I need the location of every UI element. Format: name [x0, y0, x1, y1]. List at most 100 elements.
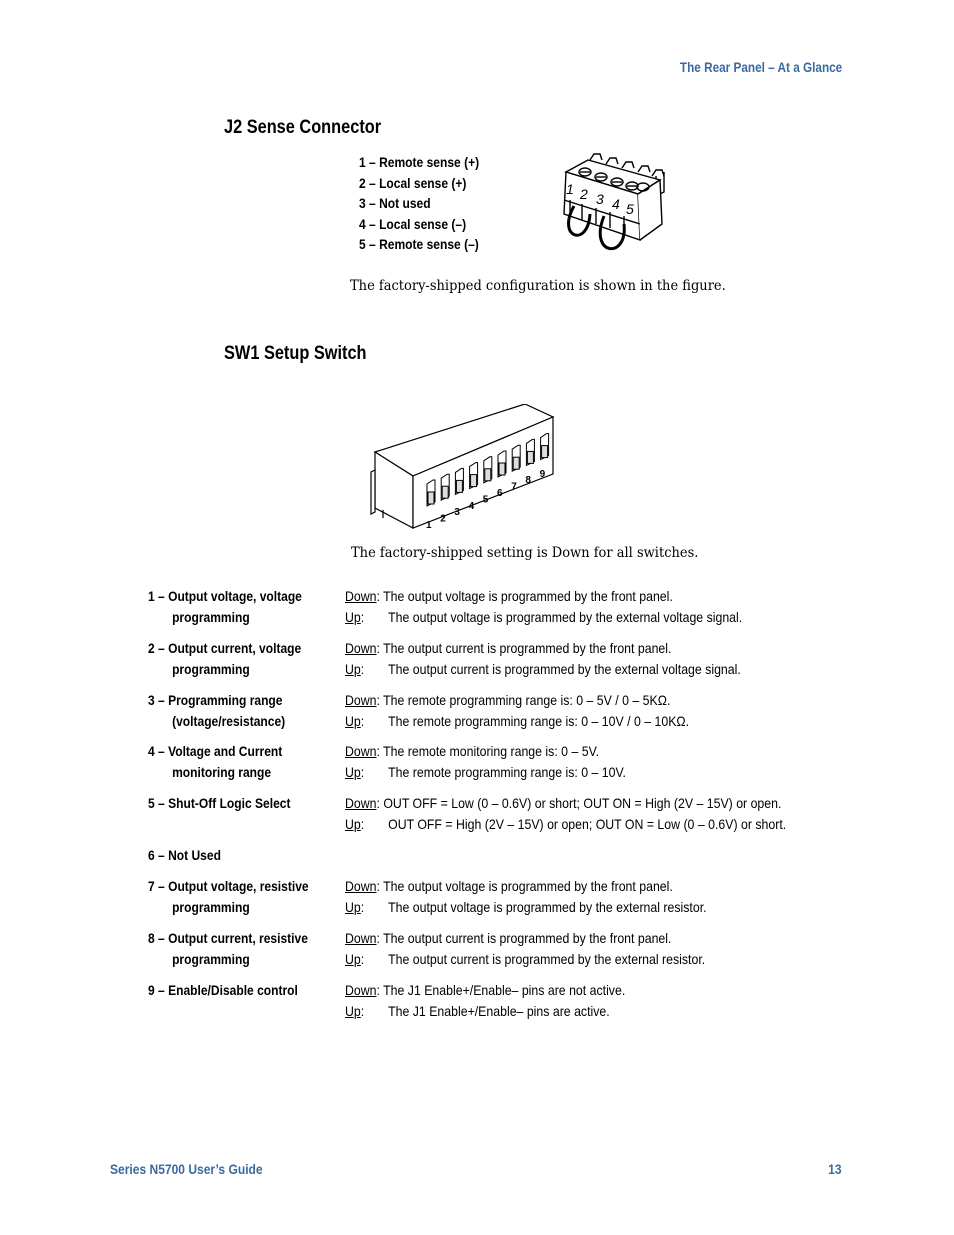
up-setting: Up: The output voltage is programmed by t…	[345, 897, 707, 918]
down-setting: Down: The output current is programmed b…	[345, 640, 672, 656]
up-key: Up	[345, 951, 361, 967]
up-text: The output voltage is programmed by the …	[388, 899, 707, 915]
up-text: The output voltage is programmed by the …	[388, 609, 743, 625]
switch-description: Down: The output voltage is programmed b…	[345, 876, 707, 918]
switch-number-label: 4	[469, 501, 475, 512]
down-setting: Down: The output current is programmed b…	[345, 930, 672, 946]
switch-number-label: 8	[525, 475, 531, 486]
switch-label: 6 – Not Used	[148, 845, 221, 866]
up-setting: Up: The J1 Enable+/Enable– pins are activ…	[345, 1001, 625, 1022]
switch-label-line2: programming	[172, 661, 250, 677]
pin-number-label: 2	[579, 186, 588, 202]
up-setting: Up: The output current is programmed by t…	[345, 949, 705, 970]
section-title: The Rear Panel – At a Glance	[679, 59, 842, 75]
j2-pin-item: 5 – Remote sense (–)	[359, 236, 479, 252]
up-key: Up	[345, 609, 361, 625]
switch-number-label: 7	[511, 482, 517, 493]
sw1-heading: SW1 Setup Switch	[224, 343, 367, 364]
switch-label: 9 – Enable/Disable control	[148, 980, 298, 1001]
switch-label-line1: 2 – Output current, voltage	[148, 640, 302, 656]
down-setting: Down: The remote monitoring range is: 0 …	[345, 743, 600, 759]
switch-label-line1: 7 – Output voltage, resistive	[148, 878, 309, 894]
sw1-caption: The factory-shipped setting is Down for …	[351, 545, 699, 561]
j2-connector-figure: 1 2 3 4 5	[563, 153, 665, 251]
down-key: Down	[345, 743, 377, 759]
dip-switch-lever	[483, 456, 493, 484]
switch-description: Down: The remote programming range is: 0…	[345, 690, 689, 732]
up-text: The output current is programmed by the …	[388, 951, 706, 967]
down-key: Down	[345, 795, 377, 811]
j2-pin-item: 1 – Remote sense (+)	[359, 154, 480, 170]
down-setting: Down: The output voltage is programmed b…	[345, 588, 673, 604]
pin-number-label: 4	[612, 196, 620, 212]
dip-switch-lever	[469, 462, 479, 490]
up-key: Up	[345, 713, 361, 729]
switch-label-line1: 3 – Programming range	[148, 692, 283, 708]
up-text: The remote programming range is: 0 – 10V…	[388, 713, 690, 729]
switch-label-line1: 6 – Not Used	[148, 847, 221, 863]
switch-number-label: 1	[426, 520, 432, 531]
sw1-dip-switch-figure: 123456789	[370, 404, 555, 531]
switch-number-label: 3	[454, 507, 460, 518]
j2-pin-item: 4 – Local sense (–)	[359, 215, 467, 232]
dip-switch-lever	[540, 433, 550, 461]
up-text: The remote programming range is: 0 – 10V…	[388, 764, 626, 780]
switch-label-line1: 1 – Output voltage, voltage	[148, 588, 302, 604]
down-key: Down	[345, 640, 377, 656]
dip-switch-lever	[497, 450, 507, 478]
switch-label: 5 – Shut-Off Logic Select	[148, 793, 291, 814]
switch-label: 3 – Programming range (voltage/resistance…	[148, 690, 285, 732]
down-key: Down	[345, 692, 377, 708]
switch-label: 2 – Output current, voltage programming	[148, 638, 301, 680]
up-text: The output current is programmed by the …	[388, 661, 741, 677]
down-key: Down	[345, 930, 377, 946]
switch-label-line1: 4 – Voltage and Current	[148, 743, 283, 759]
j2-caption: The factory-shipped configuration is sho…	[350, 278, 726, 294]
up-setting: Up: OUT OFF = High (2V – 15V) or open; OU…	[345, 814, 786, 835]
switch-description: Down: The output voltage is programmed b…	[345, 586, 742, 628]
down-setting: Down: OUT OFF = Low (0 – 0.6V) or short;…	[345, 795, 782, 811]
switch-label-line1: 9 – Enable/Disable control	[148, 982, 298, 998]
switch-description: Down: The remote monitoring range is: 0 …	[345, 741, 626, 783]
up-setting: Up: The remote programming range is: 0 – …	[345, 762, 626, 783]
pin-number-label: 5	[626, 201, 634, 217]
down-setting: Down: The remote programming range is: 0…	[345, 692, 671, 708]
switch-label-line1: 5 – Shut-Off Logic Select	[148, 795, 291, 811]
down-text: The remote monitoring range is: 0 – 5V.	[383, 743, 600, 759]
j2-pin-item: 3 – Not used	[359, 195, 431, 211]
down-text: The output voltage is programmed by the …	[383, 588, 673, 604]
up-key: Up	[345, 764, 361, 780]
switch-number-label: 9	[540, 469, 546, 480]
down-key: Down	[345, 982, 377, 998]
switch-label-line2: programming	[172, 951, 250, 967]
up-setting: Up: The output current is programmed by t…	[345, 659, 741, 680]
dip-switch-lever	[525, 438, 535, 467]
j2-pin-list: 1 – Remote sense (+) 2 – Local sense (+)…	[359, 152, 479, 255]
switch-label: 1 – Output voltage, voltage programming	[148, 586, 302, 628]
up-key: Up	[345, 816, 361, 832]
switch-description: Down: The output current is programmed b…	[345, 638, 741, 680]
running-header: The Rear Panel – At a Glance	[0, 59, 842, 75]
switch-label-line2: (voltage/resistance)	[172, 713, 286, 729]
footer-page-number-wrap: 13	[0, 1161, 842, 1177]
switch-description: Down: The output current is programmed b…	[345, 928, 705, 970]
down-key: Down	[345, 588, 377, 604]
dip-switch-lever	[426, 479, 436, 507]
switch-label-line2: programming	[172, 899, 250, 915]
down-text: The J1 Enable+/Enable– pins are not acti…	[383, 982, 626, 998]
up-text: The J1 Enable+/Enable– pins are active.	[388, 1003, 610, 1019]
switch-number-label: 2	[440, 514, 446, 525]
pin-number-label: 3	[596, 191, 604, 207]
dip-switch-lever	[440, 473, 450, 502]
down-text: The remote programming range is: 0 – 5V …	[383, 692, 671, 708]
dip-switch-lever	[511, 444, 521, 473]
switch-label-line2: monitoring range	[172, 764, 272, 780]
up-text: OUT OFF = High (2V – 15V) or open; OUT O…	[388, 816, 787, 832]
up-setting: Up: The remote programming range is: 0 – …	[345, 711, 689, 732]
dip-switch-lever	[454, 467, 464, 496]
switch-label: 8 – Output current, resistive programming	[148, 928, 308, 970]
down-text: The output voltage is programmed by the …	[383, 878, 673, 894]
j2-pin-item: 2 – Local sense (+)	[359, 174, 467, 191]
down-setting: Down: The output voltage is programmed b…	[345, 878, 673, 894]
up-key: Up	[345, 661, 361, 677]
